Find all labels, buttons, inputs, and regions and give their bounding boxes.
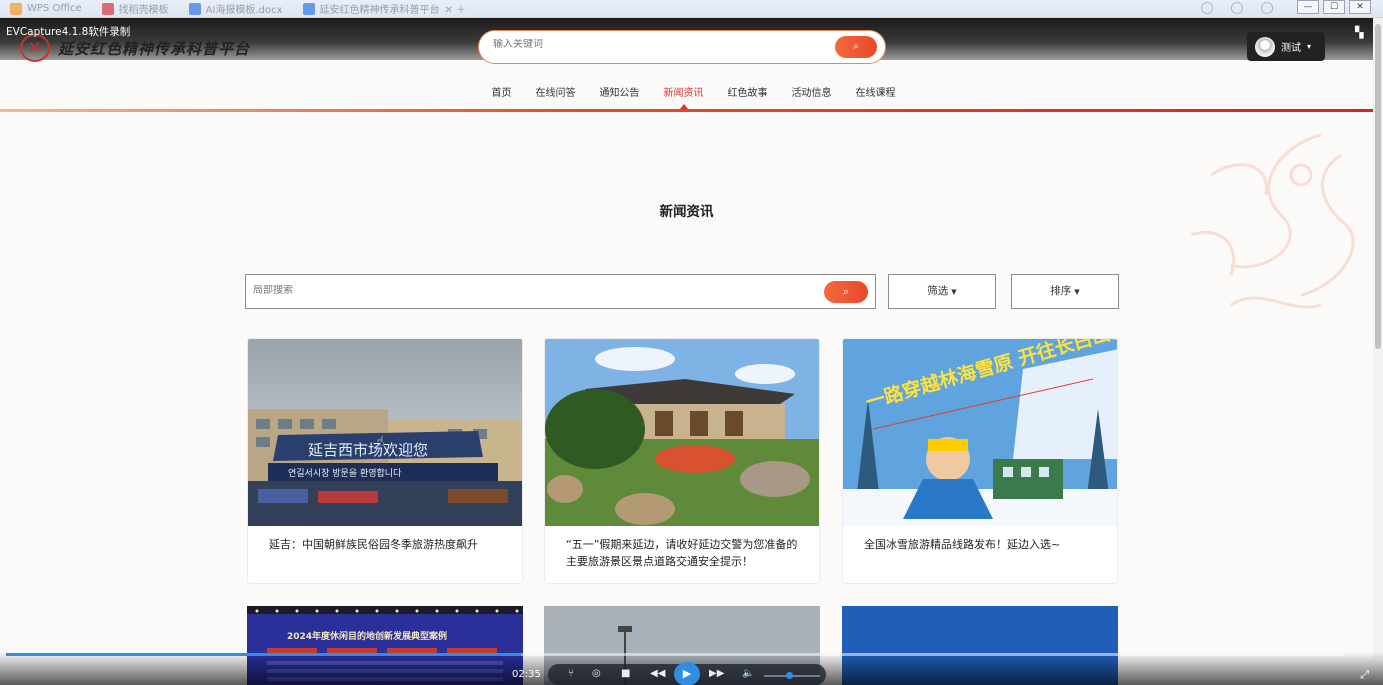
play-icon: ▶	[682, 667, 692, 680]
sort-label: 排序	[1050, 285, 1072, 297]
sign-text-zh: 延吉西市场欢迎您	[308, 441, 428, 459]
loop-icon[interactable]: ◎	[592, 668, 601, 679]
news-card[interactable]: 一路穿越林海雪原 开往长白山的民俗旅游专列 全国冰雪旅游精品线路发布！延边入选~	[842, 338, 1118, 584]
news-image	[545, 339, 819, 526]
caret-down-icon: ▼	[951, 288, 957, 296]
playback-time: 02:35	[512, 669, 541, 680]
os-tab-label: 找稻壳模板	[118, 5, 169, 16]
news-card[interactable]: 延吉西市场欢迎您 연길서시장 방문을 환영합니다 延吉：中国朝鲜族民俗园冬季旅游…	[247, 338, 523, 584]
volume-icon[interactable]: 🔈	[742, 668, 754, 679]
sign-text-kr: 연길서시장 방문을 환영합니다	[288, 467, 402, 479]
os-tab-doc[interactable]: AI海报模板.docx	[179, 0, 293, 18]
mouse-cursor-icon: ☝	[376, 434, 385, 450]
maximize-button[interactable]: ☐	[1323, 0, 1345, 14]
doc-icon	[188, 2, 201, 15]
volume-knob[interactable]	[786, 672, 793, 679]
news-image: 延吉西市场欢迎您 연길서시장 방문을 환영합니다	[248, 339, 522, 526]
local-search-input[interactable]	[253, 285, 753, 296]
site-name: 延安红色精神传承科普平台	[58, 39, 251, 58]
caret-down-icon: ▼	[1074, 288, 1080, 296]
recorder-watermark: EVCapture4.1.8软件录制	[6, 26, 131, 38]
volume-slider[interactable]	[764, 672, 820, 679]
page-scrollbar[interactable]	[1373, 18, 1383, 658]
tray-icon[interactable]	[1231, 2, 1243, 14]
record-mode-icon[interactable]: ⑂	[568, 668, 574, 679]
os-tab-label: AI海报模板.docx	[205, 5, 283, 16]
page-title: 新闻资讯	[659, 204, 714, 220]
os-tab-label: WPS Office	[27, 3, 82, 14]
playback-progress[interactable]	[6, 653, 1343, 656]
close-button[interactable]: ✕	[1349, 0, 1371, 14]
local-search-button[interactable]: ⌕	[824, 281, 868, 303]
avatar	[1255, 36, 1275, 57]
nav-item-courses[interactable]: 在线课程	[856, 84, 896, 99]
wps-icon	[10, 2, 22, 15]
chevron-down-icon: ▾	[1307, 42, 1312, 51]
nav-item-home[interactable]: 首页	[492, 84, 512, 99]
os-tab-template[interactable]: 找稻壳模板	[92, 0, 179, 18]
scrollbar-thumb[interactable]	[1375, 24, 1381, 349]
global-search: ⌕	[478, 30, 886, 64]
os-tab-site[interactable]: 延安红色精神传承科普平台 ✕ ＋	[293, 0, 477, 18]
fast-forward-icon[interactable]: ▶▶	[709, 668, 724, 679]
nav-item-notices[interactable]: 通知公告	[600, 84, 640, 99]
main-nav: 首页 在线问答 通知公告 新闻资讯 红色故事 活动信息 在线课程	[0, 84, 1383, 109]
dragon-decoration-icon	[1190, 133, 1355, 309]
nav-item-qa[interactable]: 在线问答	[536, 84, 576, 99]
banner-text: 2024年度休闲目的地创新发展典型案例	[287, 630, 447, 642]
template-icon	[101, 2, 114, 15]
news-card[interactable]: “五一”假期来延边，请收好延边交警为您准备的主要旅游景区景点道路交通安全提示！	[544, 338, 820, 584]
sort-dropdown[interactable]: 排序 ▼	[1011, 274, 1119, 309]
tray-icon[interactable]	[1261, 2, 1273, 14]
news-title[interactable]: 全国冰雪旅游精品线路发布！延边入选~	[864, 536, 1104, 553]
nav-item-red-stories[interactable]: 红色故事	[728, 84, 768, 99]
filter-label: 筛选	[927, 285, 949, 297]
local-search: ⌕	[245, 274, 876, 309]
nav-divider	[0, 109, 1373, 112]
nav-item-activities[interactable]: 活动信息	[792, 84, 832, 99]
news-title[interactable]: 延吉：中国朝鲜族民俗园冬季旅游热度飙升	[269, 536, 509, 553]
global-search-button[interactable]: ⌕	[835, 36, 877, 58]
stop-icon[interactable]: ■	[621, 668, 630, 679]
os-taskbar: WPS Office 找稻壳模板 AI海报模板.docx 延安红色精神传承科普平…	[0, 0, 1383, 18]
progress-fill	[6, 653, 521, 656]
filter-dropdown[interactable]: 筛选 ▼	[888, 274, 996, 309]
os-tab-label: 延安红色精神传承科普平台	[319, 5, 440, 16]
user-name: 测试	[1281, 43, 1301, 54]
minimize-button[interactable]: —	[1297, 0, 1319, 14]
search-icon: ⌕	[853, 41, 859, 52]
search-icon: ⌕	[842, 285, 850, 298]
browser-icon	[302, 2, 315, 15]
recorder-grid-icon[interactable]: ▚	[1355, 26, 1369, 39]
fullscreen-icon[interactable]: ⤢	[1360, 668, 1369, 682]
rewind-icon[interactable]: ◀◀	[650, 668, 665, 679]
global-search-input[interactable]	[493, 39, 813, 50]
play-button[interactable]: ▶	[674, 662, 700, 685]
tray-icon[interactable]	[1201, 2, 1213, 14]
os-tab-wps[interactable]: WPS Office	[0, 0, 92, 18]
news-title[interactable]: “五一”假期来延边，请收好延边交警为您准备的主要旅游景区景点道路交通安全提示！	[566, 536, 806, 570]
nav-item-news[interactable]: 新闻资讯	[664, 84, 704, 109]
user-menu-button[interactable]: 测试 ▾	[1247, 32, 1325, 61]
news-image: 一路穿越林海雪原 开往长白山的民俗旅游专列	[843, 339, 1117, 526]
